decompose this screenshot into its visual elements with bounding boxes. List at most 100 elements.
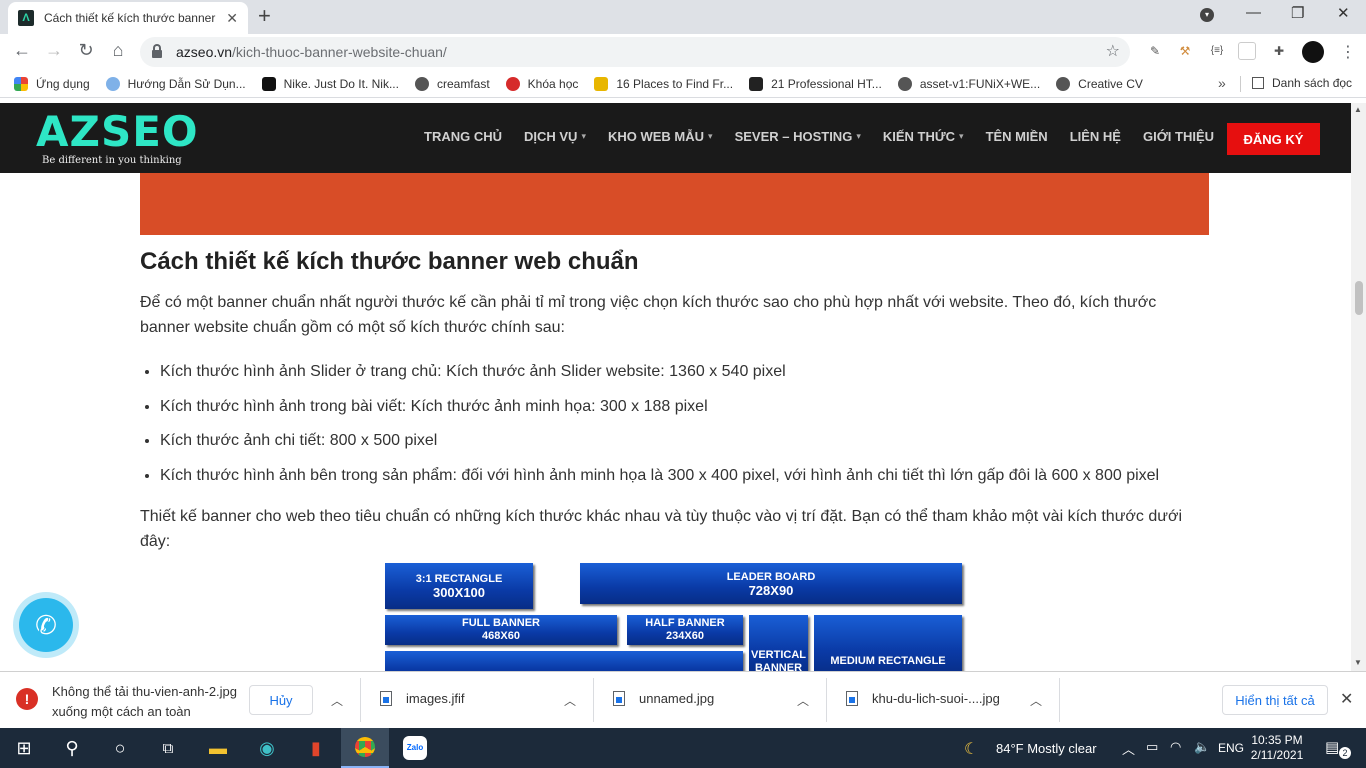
home-icon[interactable]: ⌂ — [106, 40, 130, 61]
office-icon[interactable]: ▮ — [292, 728, 340, 768]
block-name: HALF BANNER — [645, 617, 725, 629]
block-size: 468X60 — [482, 630, 520, 642]
pen-extension-icon[interactable]: ✎ — [1146, 42, 1164, 60]
tab-search-icon[interactable]: ▾ — [1200, 8, 1214, 22]
edge-icon[interactable]: ◉ — [243, 728, 291, 768]
reading-list-label: Danh sách đọc — [1272, 76, 1353, 90]
chevron-up-icon[interactable]: ︿ — [564, 692, 576, 709]
task-view-icon[interactable]: ⧉ — [144, 728, 192, 768]
download-bar: ! Không thể tải thu-vien-anh-2.jpg xuống… — [0, 671, 1366, 728]
site-logo[interactable]: AZSEO Be different in you thinking — [36, 111, 199, 167]
divider — [1059, 678, 1060, 722]
close-download-bar-icon[interactable]: ✕ — [1340, 689, 1353, 709]
restore-icon[interactable]: ❐ — [1291, 4, 1304, 22]
logo-tagline: Be different in you thinking — [42, 155, 182, 166]
bookmark-star-icon[interactable]: ☆ — [1106, 41, 1120, 61]
page-scrollbar[interactable]: ▲ ▼ — [1351, 103, 1366, 671]
bookmark-item[interactable]: Creative CV — [1056, 76, 1143, 91]
show-hidden-icons[interactable]: ︿ — [1122, 739, 1135, 758]
lock-icon[interactable] — [152, 44, 162, 58]
download-item[interactable]: images.jfif — [380, 691, 465, 706]
page-viewport: AZSEO Be different in you thinking TRANG… — [0, 103, 1351, 671]
nav-services[interactable]: DỊCH VỤ ▾ — [524, 129, 586, 144]
nav-contact[interactable]: LIÊN HỆ — [1070, 129, 1121, 144]
nav-templates[interactable]: KHO WEB MẪU ▾ — [608, 129, 713, 144]
cancel-download-button[interactable]: Hủy — [249, 685, 313, 715]
file-explorer-icon[interactable]: ▬ — [194, 728, 242, 768]
notifications-icon[interactable]: ▤ — [1325, 738, 1339, 756]
json-extension-icon[interactable]: {≡} — [1208, 42, 1226, 60]
bookmark-item[interactable]: creamfast — [414, 76, 490, 91]
scroll-down-icon[interactable]: ▼ — [1354, 658, 1362, 667]
download-item[interactable]: khu-du-lich-suoi-....jpg — [846, 691, 1000, 706]
browser-menu-icon[interactable]: ⋮ — [1340, 42, 1356, 62]
download-item[interactable]: unnamed.jpg — [613, 691, 714, 706]
nav-hosting[interactable]: SEVER – HOSTING ▾ — [735, 129, 861, 144]
reading-list-button[interactable]: Danh sách đọc — [1252, 76, 1352, 90]
close-tab-icon[interactable]: ✕ — [226, 10, 238, 27]
network-icon[interactable]: ▭ — [1146, 739, 1158, 755]
extensions-puzzle-icon[interactable]: ✚ — [1270, 42, 1288, 60]
nav-about[interactable]: GIỚI THIỆU — [1143, 129, 1214, 144]
more-bookmarks-button[interactable]: » — [1218, 75, 1226, 91]
bookmark-label: asset-v1:FUNiX+WE... — [919, 76, 1041, 91]
scroll-thumb[interactable] — [1355, 281, 1363, 315]
nav-label: DỊCH VỤ — [524, 129, 578, 144]
bookmark-item[interactable]: Nike. Just Do It. Nik... — [261, 76, 399, 91]
site-header: AZSEO Be different in you thinking TRANG… — [0, 103, 1351, 173]
block-name: VERTICAL — [751, 649, 806, 661]
bookmark-item[interactable]: asset-v1:FUNiX+WE... — [897, 76, 1041, 91]
url-path: /kich-thuoc-banner-website-chuan/ — [232, 44, 447, 60]
address-bar[interactable]: azseo.vn /kich-thuoc-banner-website-chua… — [140, 37, 1130, 67]
notification-count: 2 — [1339, 747, 1351, 759]
hammer-extension-icon[interactable]: ⚒ — [1176, 42, 1194, 60]
chevron-up-icon[interactable]: ︿ — [797, 692, 809, 709]
bookmark-item[interactable]: Khóa học — [505, 76, 578, 91]
nav-home[interactable]: TRANG CHỦ — [424, 129, 502, 144]
chrome-icon[interactable] — [341, 728, 389, 768]
signup-button[interactable]: ĐĂNG KÝ — [1227, 123, 1320, 155]
weather-icon[interactable]: ☾ — [964, 739, 978, 759]
nav-domains[interactable]: TÊN MIỀN — [986, 129, 1048, 144]
phone-call-button[interactable]: ✆ — [19, 598, 73, 652]
language-indicator[interactable]: ENG — [1218, 741, 1244, 755]
rectangle-3-1-block: 3:1 RECTANGLE 300X100 — [385, 563, 533, 609]
scroll-up-icon[interactable]: ▲ — [1354, 105, 1362, 114]
zalo-icon[interactable]: Zalo — [391, 728, 439, 768]
tab-bar: Λ Cách thiết kế kích thước banner websit… — [0, 0, 1366, 34]
profile-avatar[interactable] — [1302, 41, 1324, 63]
bookmark-item[interactable]: 21 Professional HT... — [749, 76, 882, 91]
bookmark-item[interactable]: 16 Places to Find Fr... — [594, 76, 733, 91]
nav-label: KHO WEB MẪU — [607, 129, 705, 144]
file-icon — [613, 691, 625, 706]
windows-start-icon[interactable]: ⊞ — [0, 728, 48, 768]
bookmark-apps[interactable]: Ứng dụng — [14, 76, 90, 91]
divider — [360, 678, 361, 722]
wifi-icon[interactable]: ◠ — [1170, 739, 1181, 755]
nav-knowledge[interactable]: KIẾN THỨC ▾ — [883, 129, 964, 144]
file-icon — [846, 691, 858, 706]
grid-extension-icon[interactable] — [1238, 42, 1256, 60]
weather-text[interactable]: 84°F Mostly clear — [996, 741, 1097, 756]
divider — [826, 678, 827, 722]
volume-icon[interactable]: 🔈 — [1194, 739, 1210, 755]
close-window-icon[interactable]: ✕ — [1337, 4, 1350, 22]
bookmark-item[interactable]: Hướng Dẫn Sử Dụn... — [105, 76, 246, 91]
minimize-icon[interactable]: — — [1246, 4, 1261, 21]
back-icon[interactable]: ← — [10, 40, 34, 61]
reload-icon[interactable]: ↻ — [74, 40, 98, 61]
system-clock[interactable]: 10:35 PM 2/11/2021 — [1248, 733, 1306, 763]
chevron-up-icon[interactable]: ︿ — [1030, 692, 1042, 709]
banner-image — [140, 173, 1209, 235]
chevron-up-icon[interactable]: ︿ — [331, 692, 343, 709]
new-tab-button[interactable]: + — [258, 4, 271, 28]
bookmark-label: Hướng Dẫn Sử Dụn... — [127, 76, 246, 91]
show-all-downloads-button[interactable]: Hiển thị tất cả — [1222, 685, 1328, 715]
search-icon[interactable]: ⚲ — [48, 728, 96, 768]
reading-list-icon — [1252, 77, 1264, 89]
forward-icon[interactable]: → — [42, 40, 66, 61]
globe-icon — [897, 76, 912, 91]
bookmark-label: Ứng dụng — [36, 76, 90, 91]
cortana-icon[interactable]: ○ — [96, 728, 144, 768]
browser-tab[interactable]: Λ Cách thiết kế kích thước banner websit… — [8, 2, 248, 34]
